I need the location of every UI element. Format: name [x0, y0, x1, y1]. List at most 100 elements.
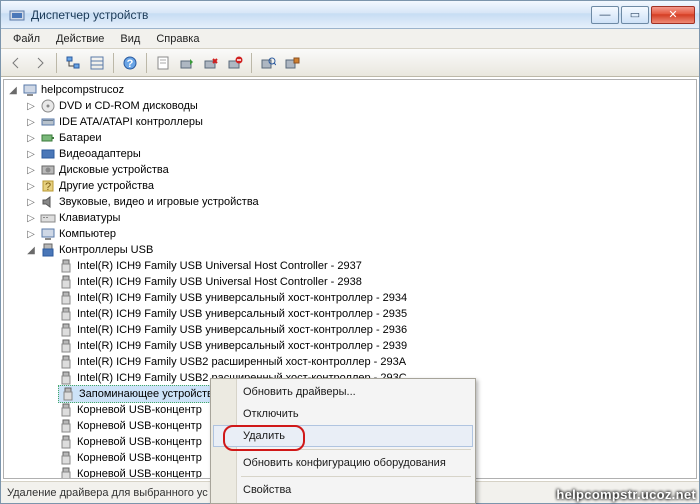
- twisty-icon[interactable]: ▷: [22, 213, 40, 224]
- cm-update-drivers[interactable]: Обновить драйверы...: [213, 381, 473, 403]
- minimize-button[interactable]: —: [591, 6, 619, 24]
- show-hidden-icon[interactable]: [281, 52, 303, 74]
- usbdev-icon: [60, 386, 76, 402]
- tree-label: Клавиатуры: [59, 212, 120, 224]
- status-text: Удаление драйвера для выбранного ус: [7, 487, 208, 499]
- back-icon[interactable]: [5, 52, 27, 74]
- tree-cat-video[interactable]: ▷ Видеоадаптеры: [4, 146, 696, 162]
- tree-label: Запоминающее устройств: [79, 388, 213, 400]
- pc-icon: [22, 82, 38, 98]
- toolbar: ?: [1, 49, 699, 77]
- tree-label: Дисковые устройства: [59, 164, 169, 176]
- twisty-icon[interactable]: ▷: [22, 165, 40, 176]
- scan-hardware-icon[interactable]: [257, 52, 279, 74]
- twisty-icon[interactable]: ▷: [22, 101, 40, 112]
- tree-usb-item[interactable]: Intel(R) ICH9 Family USB Universal Host …: [4, 258, 696, 274]
- cm-disable[interactable]: Отключить: [213, 403, 473, 425]
- tree-label: Intel(R) ICH9 Family USB2 расширенный хо…: [77, 356, 406, 368]
- bat-icon: [40, 130, 56, 146]
- svg-text:?: ?: [45, 181, 51, 193]
- menu-action[interactable]: Действие: [48, 31, 112, 47]
- tree-label: DVD и CD-ROM дисководы: [59, 100, 198, 112]
- tree-label: Корневой USB-концентр: [77, 404, 202, 416]
- tree-label: Компьютер: [59, 228, 116, 240]
- tree-view-icon[interactable]: [62, 52, 84, 74]
- aud-icon: [40, 194, 56, 210]
- usbdev-icon: [58, 450, 74, 466]
- tree-usb-item[interactable]: Intel(R) ICH9 Family USB Universal Host …: [4, 274, 696, 290]
- tree-cat-dvd[interactable]: ▷ DVD и CD-ROM дисководы: [4, 98, 696, 114]
- tree-label: Корневой USB-концентр: [77, 468, 202, 479]
- usb-icon: [40, 242, 56, 258]
- tree-usb-item[interactable]: Intel(R) ICH9 Family USB2 расширенный хо…: [4, 354, 696, 370]
- tree-cat-keyboard[interactable]: ▷ Клавиатуры: [4, 210, 696, 226]
- cm-delete[interactable]: Удалить: [213, 425, 473, 447]
- tree-cat-ide[interactable]: ▷ IDE ATA/ATAPI контроллеры: [4, 114, 696, 130]
- context-menu: Обновить драйверы... Отключить Удалить О…: [210, 378, 476, 504]
- tree-label: Другие устройства: [59, 180, 154, 192]
- twisty-icon[interactable]: ▷: [22, 229, 40, 240]
- cd-icon: [40, 98, 56, 114]
- tree-label: Звуковые, видео и игровые устройства: [59, 196, 259, 208]
- close-button[interactable]: ✕: [651, 6, 695, 24]
- twisty-icon[interactable]: ◢: [4, 85, 22, 96]
- tree-label: IDE ATA/ATAPI контроллеры: [59, 116, 203, 128]
- kbd-icon: [40, 210, 56, 226]
- tree-usb-item[interactable]: Intel(R) ICH9 Family USB универсальный х…: [4, 306, 696, 322]
- uninstall-icon[interactable]: [224, 52, 246, 74]
- ide-icon: [40, 114, 56, 130]
- tree-label: Intel(R) ICH9 Family USB Universal Host …: [77, 260, 362, 272]
- usbdev-icon: [58, 402, 74, 418]
- tree-root-node[interactable]: ◢ helpcompstrucoz: [4, 82, 696, 98]
- cm-properties[interactable]: Свойства: [213, 479, 473, 501]
- usbdev-icon: [58, 322, 74, 338]
- tree-label: helpcompstrucoz: [41, 84, 124, 96]
- tree-cat-disk[interactable]: ▷ Дисковые устройства: [4, 162, 696, 178]
- update-driver-icon[interactable]: [176, 52, 198, 74]
- usbdev-icon: [58, 290, 74, 306]
- tree-cat-other[interactable]: ▷ ? Другие устройства: [4, 178, 696, 194]
- vid-icon: [40, 146, 56, 162]
- tree-cat-usb[interactable]: ◢ Контроллеры USB: [4, 242, 696, 258]
- tree-cat-battery[interactable]: ▷ Батареи: [4, 130, 696, 146]
- tree-label: Корневой USB-концентр: [77, 452, 202, 464]
- usbdev-icon: [58, 370, 74, 386]
- usbdev-icon: [58, 466, 74, 479]
- twisty-icon[interactable]: ◢: [22, 245, 40, 256]
- usbdev-icon: [58, 306, 74, 322]
- tree-label: Корневой USB-концентр: [77, 420, 202, 432]
- titlebar[interactable]: Диспетчер устройств — ▭ ✕: [1, 1, 699, 29]
- tree-usb-item[interactable]: Intel(R) ICH9 Family USB универсальный х…: [4, 338, 696, 354]
- menu-file[interactable]: Файл: [5, 31, 48, 47]
- window-title: Диспетчер устройств: [31, 8, 591, 22]
- tree-cat-audio[interactable]: ▷ Звуковые, видео и игровые устройства: [4, 194, 696, 210]
- help-icon[interactable]: ?: [119, 52, 141, 74]
- tree-label: Контроллеры USB: [59, 244, 153, 256]
- usbdev-icon: [58, 434, 74, 450]
- tree-usb-item[interactable]: Intel(R) ICH9 Family USB универсальный х…: [4, 322, 696, 338]
- cm-scan-hardware[interactable]: Обновить конфигурацию оборудования: [213, 452, 473, 474]
- tree-cat-computer[interactable]: ▷ Компьютер: [4, 226, 696, 242]
- menu-help[interactable]: Справка: [148, 31, 207, 47]
- tree-label: Intel(R) ICH9 Family USB универсальный х…: [77, 292, 407, 304]
- usbdev-icon: [58, 354, 74, 370]
- tree-usb-item[interactable]: Intel(R) ICH9 Family USB универсальный х…: [4, 290, 696, 306]
- usbdev-icon: [58, 258, 74, 274]
- disable-icon[interactable]: [200, 52, 222, 74]
- twisty-icon[interactable]: ▷: [22, 117, 40, 128]
- maximize-button[interactable]: ▭: [621, 6, 649, 24]
- twisty-icon[interactable]: ▷: [22, 133, 40, 144]
- usbdev-icon: [58, 418, 74, 434]
- menu-view[interactable]: Вид: [112, 31, 148, 47]
- tree-label: Корневой USB-концентр: [77, 436, 202, 448]
- properties-icon[interactable]: [152, 52, 174, 74]
- twisty-icon[interactable]: ▷: [22, 197, 40, 208]
- twisty-icon[interactable]: ▷: [22, 149, 40, 160]
- app-icon: [9, 7, 25, 23]
- pc-icon: [40, 226, 56, 242]
- list-view-icon[interactable]: [86, 52, 108, 74]
- twisty-icon[interactable]: ▷: [22, 181, 40, 192]
- watermark: helpcompstr.ucoz.net: [556, 487, 696, 502]
- oth-icon: ?: [40, 178, 56, 194]
- forward-icon[interactable]: [29, 52, 51, 74]
